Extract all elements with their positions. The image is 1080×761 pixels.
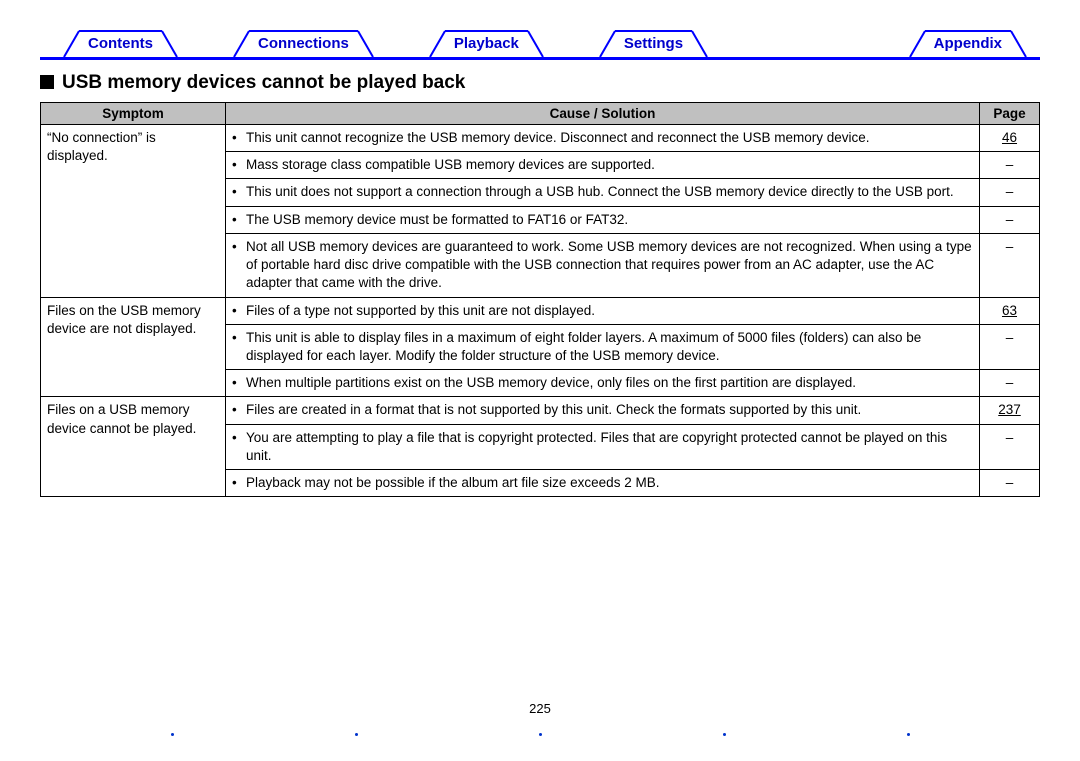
cause-cell: •You are attempting to play a file that … <box>226 424 980 469</box>
tab-label: Appendix <box>934 35 1002 52</box>
page-cell: – <box>980 370 1040 397</box>
troubleshoot-table: Symptom Cause / Solution Page “No connec… <box>40 102 1040 497</box>
cause-cell: •This unit is able to display files in a… <box>226 324 980 369</box>
page-cell: – <box>980 424 1040 469</box>
cause-text: This unit is able to display files in a … <box>246 329 973 365</box>
page-link[interactable]: 63 <box>1002 303 1017 318</box>
table-row: Files on the USB memory device are not d… <box>41 297 1040 324</box>
cause-cell: •This unit does not support a connection… <box>226 179 980 206</box>
cause-text: When multiple partitions exist on the US… <box>246 374 973 392</box>
footer-nav-dots <box>0 733 1080 736</box>
tab-appendix[interactable]: Appendix <box>926 30 1010 57</box>
cause-text: You are attempting to play a file that i… <box>246 429 973 465</box>
page-link[interactable]: 46 <box>1002 130 1017 145</box>
col-cause: Cause / Solution <box>226 103 980 125</box>
bullet-icon: • <box>232 129 246 147</box>
symptom-cell: “No connection” is displayed. <box>41 125 226 298</box>
table-row: Files on a USB memory device cannot be p… <box>41 397 1040 424</box>
page-link[interactable]: 237 <box>998 402 1021 417</box>
bullet-icon: • <box>232 474 246 492</box>
page-cell[interactable]: 63 <box>980 297 1040 324</box>
page-cell[interactable]: 237 <box>980 397 1040 424</box>
cause-text: Not all USB memory devices are guarantee… <box>246 238 973 293</box>
page-cell: – <box>980 233 1040 297</box>
page-cell: – <box>980 470 1040 497</box>
col-page: Page <box>980 103 1040 125</box>
bullet-icon: • <box>232 238 246 293</box>
symptom-cell: Files on the USB memory device are not d… <box>41 297 226 397</box>
table-header-row: Symptom Cause / Solution Page <box>41 103 1040 125</box>
symptom-cell: Files on a USB memory device cannot be p… <box>41 397 226 497</box>
col-symptom: Symptom <box>41 103 226 125</box>
cause-text: This unit cannot recognize the USB memor… <box>246 129 973 147</box>
page-cell: – <box>980 179 1040 206</box>
page-content: Contents Connections Playback Settings A… <box>0 0 1080 497</box>
cause-text: This unit does not support a connection … <box>246 183 973 201</box>
bullet-icon: • <box>232 374 246 392</box>
cause-text: The USB memory device must be formatted … <box>246 211 973 229</box>
cause-cell: •Files are created in a format that is n… <box>226 397 980 424</box>
bullet-icon: • <box>232 183 246 201</box>
dot-icon <box>907 733 910 736</box>
dot-icon <box>539 733 542 736</box>
dot-icon <box>171 733 174 736</box>
page-cell: – <box>980 324 1040 369</box>
page-cell: – <box>980 152 1040 179</box>
tab-connections[interactable]: Connections <box>250 30 357 57</box>
bullet-icon: • <box>232 401 246 419</box>
bullet-icon: • <box>232 302 246 320</box>
cause-cell: •This unit cannot recognize the USB memo… <box>226 125 980 152</box>
dot-icon <box>355 733 358 736</box>
cause-cell: •The USB memory device must be formatted… <box>226 206 980 233</box>
heading-text: USB memory devices cannot be played back <box>62 72 465 93</box>
tab-label: Contents <box>88 35 153 52</box>
tab-label: Connections <box>258 35 349 52</box>
page-cell[interactable]: 46 <box>980 125 1040 152</box>
tab-label: Settings <box>624 35 683 52</box>
bullet-icon: • <box>232 329 246 365</box>
tab-contents[interactable]: Contents <box>80 30 161 57</box>
table-row: “No connection” is displayed.•This unit … <box>41 125 1040 152</box>
cause-text: Files of a type not supported by this un… <box>246 302 973 320</box>
cause-cell: •Not all USB memory devices are guarante… <box>226 233 980 297</box>
nav-tab-bar: Contents Connections Playback Settings A… <box>40 30 1040 60</box>
cause-cell: •Mass storage class compatible USB memor… <box>226 152 980 179</box>
bullet-icon: • <box>232 156 246 174</box>
cause-cell: •When multiple partitions exist on the U… <box>226 370 980 397</box>
bullet-icon: • <box>232 429 246 465</box>
cause-cell: •Files of a type not supported by this u… <box>226 297 980 324</box>
cause-text: Files are created in a format that is no… <box>246 401 973 419</box>
tab-settings[interactable]: Settings <box>616 30 691 57</box>
dot-icon <box>723 733 726 736</box>
section-heading: USB memory devices cannot be played back <box>40 72 1040 94</box>
cause-text: Mass storage class compatible USB memory… <box>246 156 973 174</box>
bullet-icon: • <box>232 211 246 229</box>
cause-text: Playback may not be possible if the albu… <box>246 474 973 492</box>
cause-cell: •Playback may not be possible if the alb… <box>226 470 980 497</box>
page-cell: – <box>980 206 1040 233</box>
tab-label: Playback <box>454 35 519 52</box>
page-number: 225 <box>0 701 1080 716</box>
square-bullet-icon <box>40 75 54 89</box>
tab-playback[interactable]: Playback <box>446 30 527 57</box>
